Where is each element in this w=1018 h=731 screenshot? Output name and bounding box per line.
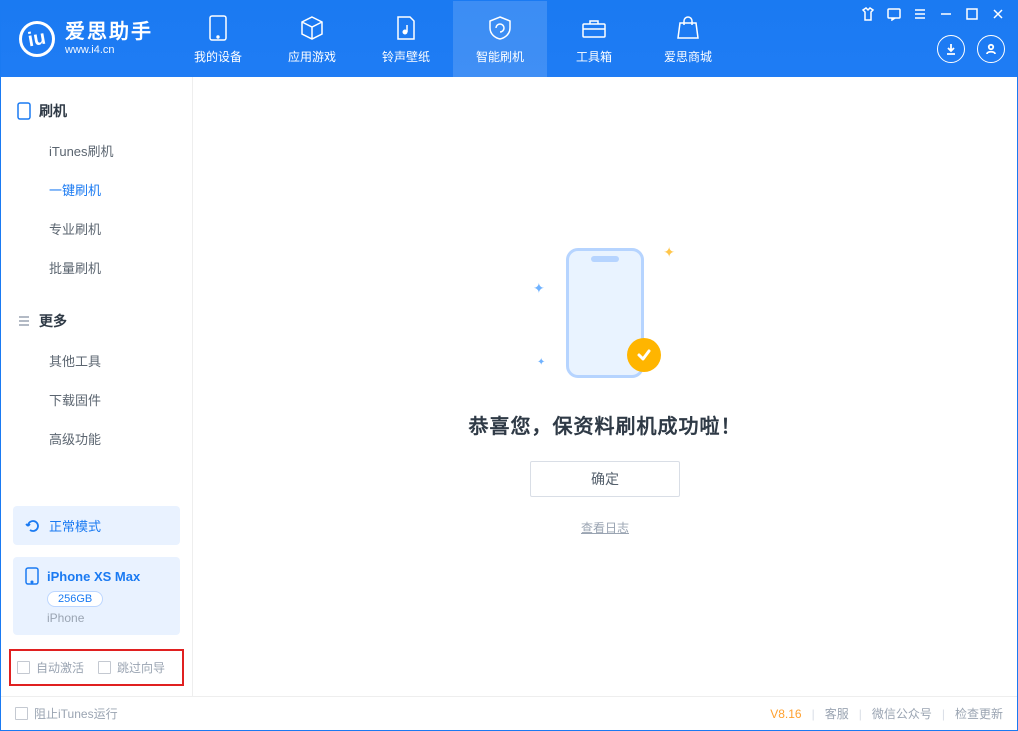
success-message: 恭喜您，保资料刷机成功啦！ [469, 410, 742, 439]
tab-ringtones-wallpapers[interactable]: 铃声壁纸 [359, 1, 453, 77]
sidebar-item-other-tools[interactable]: 其他工具 [1, 341, 192, 380]
version-label: V8.16 [770, 707, 801, 721]
tab-my-device[interactable]: 我的设备 [171, 1, 265, 77]
device-card[interactable]: iPhone XS Max 256GB iPhone [13, 557, 180, 635]
download-button[interactable] [937, 35, 965, 63]
status-link-support[interactable]: 客服 [825, 705, 849, 722]
titlebar: iu 爱思助手 www.i4.cn 我的设备 应用游戏 铃声壁纸 智能刷机 [1, 1, 1017, 77]
top-tabs: 我的设备 应用游戏 铃声壁纸 智能刷机 工具箱 爱思商城 [171, 1, 735, 77]
app-url: www.i4.cn [65, 44, 153, 57]
bag-icon [674, 14, 702, 42]
sidebar-item-oneclick-flash[interactable]: 一键刷机 [1, 170, 192, 209]
maximize-button[interactable] [965, 7, 979, 21]
sidebar: 刷机 iTunes刷机 一键刷机 专业刷机 批量刷机 更多 其他工具 下载固件 … [1, 77, 193, 696]
refresh-icon [25, 518, 41, 534]
checkbox-auto-activate[interactable]: 自动激活 [17, 659, 84, 676]
phone-icon [17, 102, 31, 120]
device-name: iPhone XS Max [47, 569, 140, 584]
status-link-wechat[interactable]: 微信公众号 [872, 705, 932, 722]
sidebar-item-batch-flash[interactable]: 批量刷机 [1, 248, 192, 287]
sidebar-item-advanced[interactable]: 高级功能 [1, 419, 192, 458]
sidebar-item-itunes-flash[interactable]: iTunes刷机 [1, 131, 192, 170]
logo-icon: iu [19, 21, 55, 57]
view-log-link[interactable]: 查看日志 [581, 519, 629, 536]
tab-apps-games[interactable]: 应用游戏 [265, 1, 359, 77]
checkbox-block-itunes[interactable]: 阻止iTunes运行 [15, 705, 118, 722]
close-button[interactable] [991, 7, 1005, 21]
ok-button[interactable]: 确定 [530, 461, 680, 497]
phone-icon [25, 567, 39, 585]
device-icon [204, 14, 232, 42]
status-link-update[interactable]: 检查更新 [955, 705, 1003, 722]
success-illustration: ✦ ✦ ✦ [505, 238, 705, 388]
shield-refresh-icon [486, 14, 514, 42]
device-mode[interactable]: 正常模式 [13, 506, 180, 545]
sidebar-item-pro-flash[interactable]: 专业刷机 [1, 209, 192, 248]
logo: iu 爱思助手 www.i4.cn [1, 1, 171, 77]
tab-store[interactable]: 爱思商城 [641, 1, 735, 77]
minimize-button[interactable] [939, 7, 953, 21]
app-title: 爱思助手 [65, 20, 153, 44]
tab-smart-flash[interactable]: 智能刷机 [453, 1, 547, 77]
sidebar-head-more: 更多 [1, 301, 192, 341]
checkbox-icon [98, 661, 111, 674]
menu-icon[interactable] [913, 7, 927, 21]
feedback-icon[interactable] [887, 7, 901, 21]
user-button[interactable] [977, 35, 1005, 63]
list-icon [17, 314, 31, 328]
toolbox-icon [580, 14, 608, 42]
sidebar-item-download-firmware[interactable]: 下载固件 [1, 380, 192, 419]
checkbox-icon [17, 661, 30, 674]
device-type: iPhone [47, 611, 168, 625]
music-file-icon [392, 14, 420, 42]
sidebar-head-flash: 刷机 [1, 91, 192, 131]
statusbar: 阻止iTunes运行 V8.16 | 客服 | 微信公众号 | 检查更新 [1, 696, 1017, 730]
main-content: ✦ ✦ ✦ 恭喜您，保资料刷机成功啦！ 确定 查看日志 [193, 77, 1017, 696]
sparkle-icon: ✦ [537, 357, 545, 368]
bottom-checkboxes-highlight: 自动激活 跳过向导 [9, 649, 184, 686]
cube-icon [298, 14, 326, 42]
device-storage: 256GB [47, 591, 103, 607]
sparkle-icon: ✦ [663, 244, 675, 261]
checkbox-skip-guide[interactable]: 跳过向导 [98, 659, 165, 676]
tab-toolbox[interactable]: 工具箱 [547, 1, 641, 77]
window-controls [861, 1, 1017, 77]
checkbox-icon [15, 707, 28, 720]
check-badge-icon [627, 338, 661, 372]
shirt-icon[interactable] [861, 7, 875, 21]
sparkle-icon: ✦ [533, 280, 545, 297]
